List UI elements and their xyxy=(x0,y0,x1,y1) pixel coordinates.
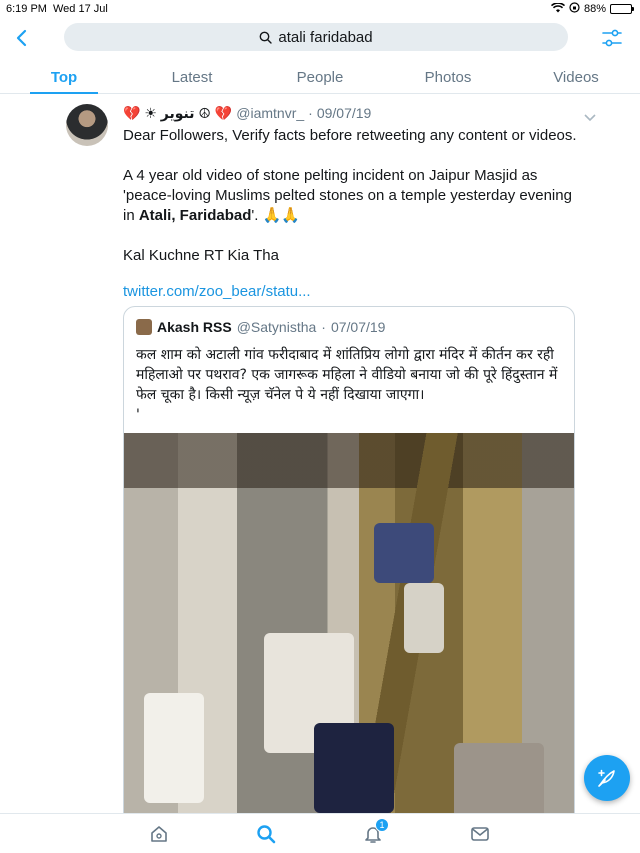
tweet-menu-button[interactable] xyxy=(584,109,596,125)
search-icon xyxy=(259,31,273,44)
tweet-paragraph: A 4 year old video of stone pelting inci… xyxy=(123,166,583,226)
quote-text: कल शाम को अटाली गांव फरीदाबाद में शांतिप… xyxy=(136,345,566,425)
sliders-icon xyxy=(602,29,622,47)
notifications-badge: 1 xyxy=(375,818,389,832)
chevron-down-icon xyxy=(584,114,596,122)
media-figure xyxy=(374,523,434,583)
search-header: atali faridabad xyxy=(0,18,640,58)
quote-separator: · xyxy=(321,319,326,335)
compose-tweet-button[interactable] xyxy=(584,755,630,801)
tweet-text-segment: '. 🙏🙏 xyxy=(251,207,300,224)
orientation-lock-icon xyxy=(569,2,580,16)
chevron-left-icon xyxy=(16,29,27,47)
avatar[interactable] xyxy=(66,104,108,146)
video-thumbnail[interactable] xyxy=(124,433,574,813)
nav-home[interactable] xyxy=(147,822,171,846)
quote-handle: @Satynistha xyxy=(236,319,317,335)
tweet-link[interactable]: twitter.com/zoo_bear/statu... xyxy=(123,283,583,300)
media-figure xyxy=(314,723,394,813)
search-tabs: Top Latest People Photos Videos xyxy=(0,58,640,94)
tweet-date: 09/07/19 xyxy=(316,105,372,121)
status-time: 6:19 PM xyxy=(6,3,47,15)
tab-photos[interactable]: Photos xyxy=(384,58,512,93)
tweet-display-name[interactable]: 💔 ☀ تنویر ☮ 💔 xyxy=(123,105,232,122)
status-date: Wed 17 Jul xyxy=(53,3,108,15)
quote-avatar xyxy=(136,319,152,335)
nav-search[interactable] xyxy=(254,822,278,846)
tweet-text: Dear Followers, Verify facts before retw… xyxy=(123,126,583,266)
tab-top[interactable]: Top xyxy=(0,58,128,94)
search-query: atali faridabad xyxy=(278,28,373,46)
tweet-body: 💔 ☀ تنویر ☮ 💔 @iamtnvr_ · 09/07/19 Dear … xyxy=(123,103,596,300)
quote-text-body: कल शाम को अटाली गांव फरीदाबाद में शांतिप… xyxy=(136,347,558,403)
battery-icon xyxy=(610,4,634,14)
media-figure xyxy=(404,583,444,653)
back-button[interactable] xyxy=(10,26,32,50)
tweet-header: 💔 ☀ تنویر ☮ 💔 @iamtnvr_ · 09/07/19 xyxy=(123,103,596,123)
quote-display-name: Akash RSS xyxy=(157,319,232,335)
tweet[interactable]: 💔 ☀ تنویر ☮ 💔 @iamtnvr_ · 09/07/19 Dear … xyxy=(0,95,640,813)
tweet-handle[interactable]: @iamtnvr_ xyxy=(236,105,304,121)
tweet-text-bold: Atali, Faridabad xyxy=(138,207,252,224)
search-icon xyxy=(257,825,276,844)
compose-feather-icon xyxy=(598,769,615,787)
tweet-paragraph: Dear Followers, Verify facts before retw… xyxy=(123,127,577,144)
tab-latest[interactable]: Latest xyxy=(128,58,256,93)
quote-date: 07/07/19 xyxy=(330,319,386,335)
tab-people[interactable]: People xyxy=(256,58,384,93)
search-filter-button[interactable] xyxy=(600,26,624,50)
wifi-icon xyxy=(550,1,566,16)
home-icon xyxy=(151,826,167,842)
media-figure xyxy=(454,743,544,813)
bottom-nav: 1 xyxy=(0,813,640,853)
quote-text-trailing: ' xyxy=(136,407,140,423)
media-figure xyxy=(144,693,204,803)
messages-icon xyxy=(471,827,489,841)
tweet-paragraph: Kal Kuchne RT Kia Tha xyxy=(123,247,279,264)
status-indicators: 88% xyxy=(550,1,634,16)
quoted-tweet[interactable]: Akash RSS @Satynistha · 07/07/19 कल शाम … xyxy=(123,306,575,813)
tweet-separator: · xyxy=(308,105,313,121)
quote-header: Akash RSS @Satynistha · 07/07/19 xyxy=(136,319,385,335)
tab-videos[interactable]: Videos xyxy=(512,58,640,93)
battery-percent: 88% xyxy=(583,3,606,15)
nav-notifications[interactable]: 1 xyxy=(361,818,389,846)
status-bar: 6:19 PM Wed 17 Jul 88% xyxy=(0,0,640,18)
nav-messages[interactable] xyxy=(468,822,492,846)
search-input[interactable]: atali faridabad xyxy=(64,23,568,51)
